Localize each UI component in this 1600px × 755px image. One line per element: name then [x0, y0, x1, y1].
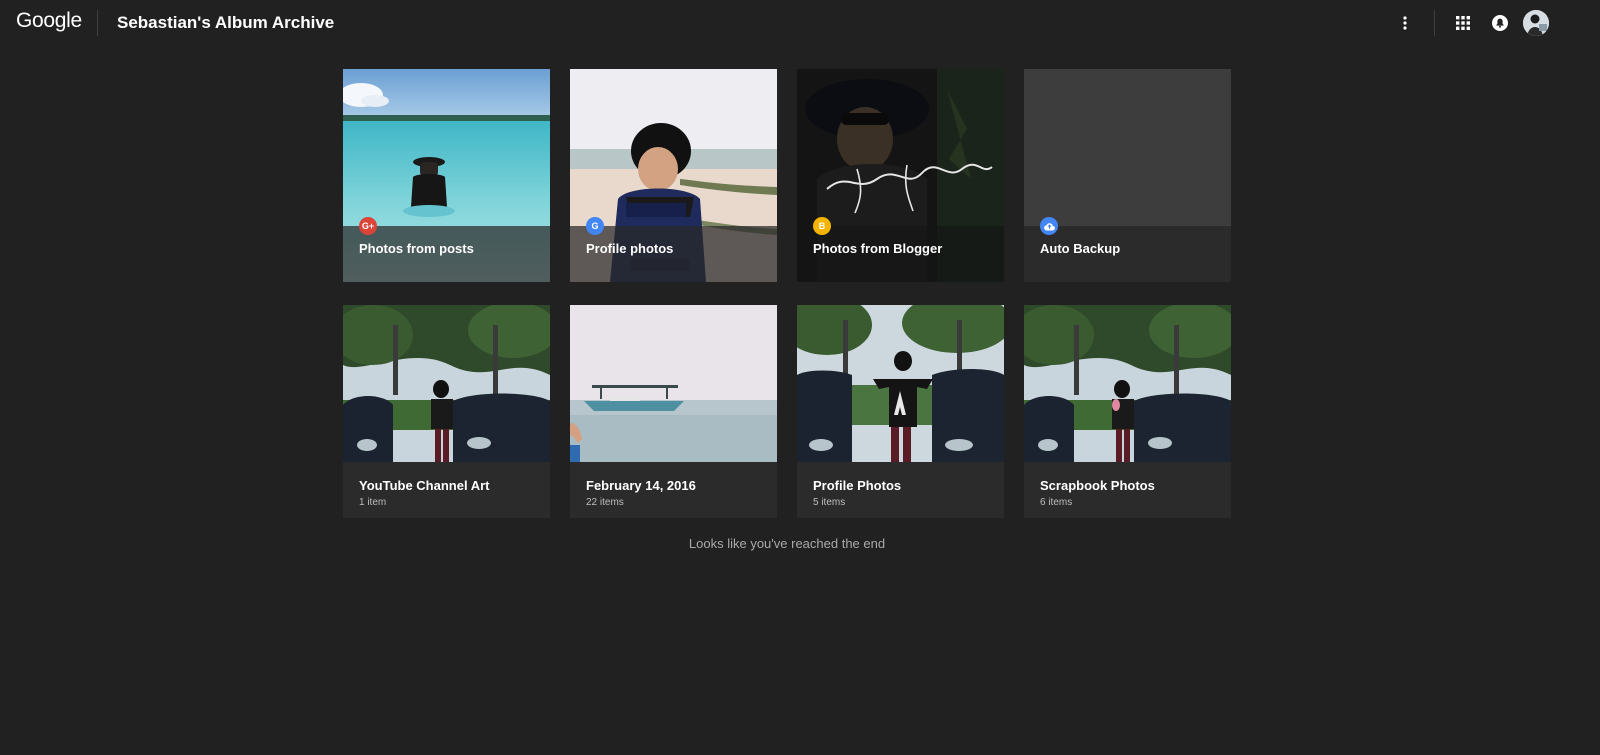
apps-button[interactable]: [1450, 10, 1476, 36]
blogger-icon: B: [813, 217, 831, 235]
album-thumbnail: [343, 305, 550, 462]
album-title: Profile photos: [586, 241, 674, 256]
album-thumbnail: [1024, 305, 1231, 462]
album-card-photos-from-blogger[interactable]: B Photos from Blogger: [797, 69, 1004, 282]
album-title: February 14, 2016: [586, 478, 696, 493]
google-logo[interactable]: Google: [16, 9, 82, 33]
album-title: YouTube Channel Art: [359, 478, 490, 493]
notifications-button[interactable]: [1487, 10, 1513, 36]
google-g-icon: G: [586, 217, 604, 235]
top-app-bar: Google Sebastian's Album Archive: [0, 0, 1600, 46]
apps-grid-icon: [1456, 16, 1470, 30]
album-thumbnail: [570, 305, 777, 462]
album-card-scrapbook-photos[interactable]: Scrapbook Photos 6 items: [1024, 305, 1231, 518]
end-of-list-message: Looks like you've reached the end: [688, 536, 886, 551]
album-card-photos-from-posts[interactable]: G+ Photos from posts: [343, 69, 550, 282]
album-card-auto-backup[interactable]: Auto Backup: [1024, 69, 1231, 282]
album-card-profile-photos[interactable]: G Profile photos: [570, 69, 777, 282]
album-item-count: 5 items: [813, 497, 846, 508]
header-divider-right: [1434, 10, 1435, 36]
album-card-profile-photos-2[interactable]: Profile Photos 5 items: [797, 305, 1004, 518]
account-avatar[interactable]: [1523, 10, 1549, 36]
album-title: Photos from Blogger: [813, 241, 943, 256]
album-thumbnail: [797, 305, 1004, 462]
album-item-count: 6 items: [1040, 497, 1073, 508]
more-vert-icon: [1403, 16, 1407, 30]
avatar-photo-icon: [1523, 10, 1549, 36]
more-options-button[interactable]: [1392, 10, 1418, 36]
notifications-icon: [1492, 15, 1508, 31]
album-title: Photos from posts: [359, 241, 474, 256]
album-card-youtube-channel-art[interactable]: YouTube Channel Art 1 item: [343, 305, 550, 518]
google-plus-icon: G+: [359, 217, 377, 235]
album-card-february-14-2016[interactable]: February 14, 2016 22 items: [570, 305, 777, 518]
album-item-count: 22 items: [586, 497, 624, 508]
page-title: Sebastian's Album Archive: [117, 13, 335, 32]
header-divider: [97, 10, 98, 36]
album-title: Profile Photos: [813, 478, 902, 493]
album-thumbnail-empty: [1024, 69, 1231, 226]
cloud-upload-icon: [1040, 217, 1058, 235]
album-item-count: 1 item: [359, 497, 387, 508]
album-title: Scrapbook Photos: [1040, 478, 1155, 493]
album-title: Auto Backup: [1040, 241, 1121, 256]
